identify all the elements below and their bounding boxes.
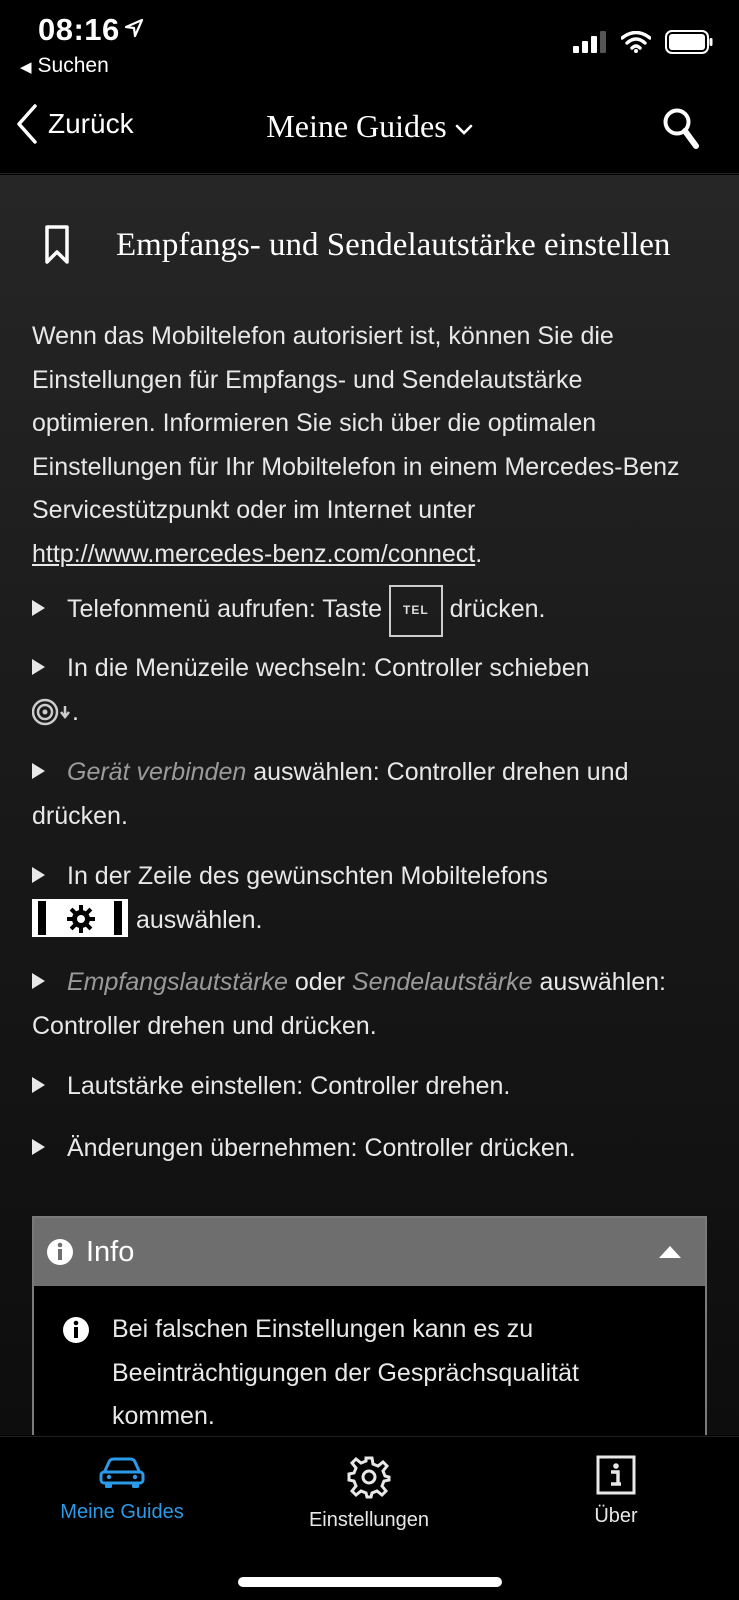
step-2-text-a: In die Menüzeile wechseln: Controller sc… <box>67 654 590 682</box>
step-1-text-b: drücken. <box>442 595 546 623</box>
step-arrow-icon <box>32 659 45 675</box>
step-7: Änderungen übernehmen: Controller drücke… <box>32 1127 712 1171</box>
step-arrow-icon <box>32 1077 45 1093</box>
wifi-icon <box>621 31 651 53</box>
tab-ueber-label: Über <box>594 1505 638 1527</box>
car-icon <box>99 1457 145 1488</box>
step-5: Empfangslautstärke oder Sendelautstärke … <box>32 961 712 1048</box>
step-3: Gerät verbinden auswählen: Controller dr… <box>32 751 712 838</box>
bookmark-icon[interactable] <box>44 225 70 265</box>
step-4: In der Zeile des gewünschten Mobiltelefo… <box>32 855 712 942</box>
status-indicators <box>573 30 713 54</box>
article-intro: Wenn das Mobiltelefon autorisiert ist, k… <box>32 315 712 576</box>
step-2: In die Menüzeile wechseln: Controller sc… <box>31 647 712 734</box>
step-6: Lautstärke einstellen: Controller drehen… <box>32 1065 712 1109</box>
article-title: Empfangs- und Sendelautstärke einstellen <box>116 226 671 263</box>
collapse-caret-icon <box>659 1246 681 1258</box>
back-to-app-label: Suchen <box>37 54 109 77</box>
intro-text: Wenn das Mobiltelefon autorisiert ist, k… <box>32 322 680 524</box>
step-1-text-a: Telefonmenü aufrufen: Taste <box>67 595 389 623</box>
intro-end: . <box>475 539 483 568</box>
info-square-icon <box>596 1455 636 1495</box>
guide-selector[interactable]: Meine Guides <box>0 108 739 145</box>
guide-content[interactable]: Empfangs- und Sendelautstärke einstellen… <box>0 175 739 1435</box>
step-arrow-icon <box>32 600 45 616</box>
status-time: 08:16 <box>38 12 120 47</box>
navigation-bar: Zurück Meine Guides <box>0 86 739 174</box>
tab-ueber[interactable]: Über <box>516 1455 716 1528</box>
search-icon[interactable] <box>663 108 699 150</box>
gear-icon <box>347 1456 391 1499</box>
tab-meine-guides-label: Meine Guides <box>60 1501 184 1523</box>
info-panel-text: Bei falschen Einstellungen kann es zu Be… <box>112 1315 579 1430</box>
controller-slide-down-icon <box>31 698 70 725</box>
article-heading: Empfangs- und Sendelautstärke einstellen <box>44 225 670 265</box>
step-arrow-icon <box>32 1139 45 1155</box>
tab-einstellungen[interactable]: Einstellungen <box>269 1455 469 1532</box>
mercedes-connect-link[interactable]: http://www.mercedes-benz.com/connect <box>32 540 475 568</box>
status-bar: 08:16 ◀ Suchen <box>0 0 739 86</box>
back-to-app[interactable]: ◀ Suchen <box>20 54 109 78</box>
step-2-text-b: . <box>72 697 79 726</box>
info-panel-header[interactable]: Info <box>34 1218 705 1286</box>
step-4-text-b: auswählen. <box>136 905 263 934</box>
tab-meine-guides[interactable]: Meine Guides <box>22 1455 222 1524</box>
info-panel: Info Bei falschen Einstellungen kann es … <box>32 1216 707 1435</box>
tab-einstellungen-label: Einstellungen <box>308 1509 430 1531</box>
step-4-text-a: In der Zeile des gewünschten Mobiltelefo… <box>67 862 548 890</box>
page-title: Meine Guides <box>266 108 447 144</box>
step-3-menu-item: Gerät verbinden <box>67 758 247 786</box>
step-7-text: Änderungen übernehmen: Controller drücke… <box>67 1134 576 1162</box>
info-icon <box>63 1317 89 1343</box>
step-5-text-or: oder <box>287 968 352 996</box>
step-arrow-icon <box>32 867 45 883</box>
tel-key-icon: TEL <box>388 585 443 637</box>
info-panel-title: Info <box>86 1235 135 1268</box>
chevron-down-icon <box>455 124 473 135</box>
battery-icon <box>665 30 713 54</box>
tab-bar: Meine Guides Einstellungen Über <box>0 1436 739 1600</box>
location-arrow-icon <box>124 18 144 38</box>
step-1: Telefonmenü aufrufen: Taste TEL drücken. <box>32 585 712 637</box>
info-icon <box>47 1239 73 1265</box>
info-panel-body: Bei falschen Einstellungen kann es zu Be… <box>62 1308 662 1435</box>
step-arrow-icon <box>32 763 45 779</box>
step-5-option-transmit: Sendelautstärke <box>351 968 533 996</box>
step-6-text: Lautstärke einstellen: Controller drehen… <box>67 1072 511 1100</box>
step-arrow-icon <box>32 973 45 989</box>
signal-icon <box>573 31 606 53</box>
settings-button-icon <box>32 898 128 937</box>
step-5-option-reception: Empfangslautstärke <box>67 968 288 996</box>
home-indicator[interactable] <box>238 1577 502 1587</box>
